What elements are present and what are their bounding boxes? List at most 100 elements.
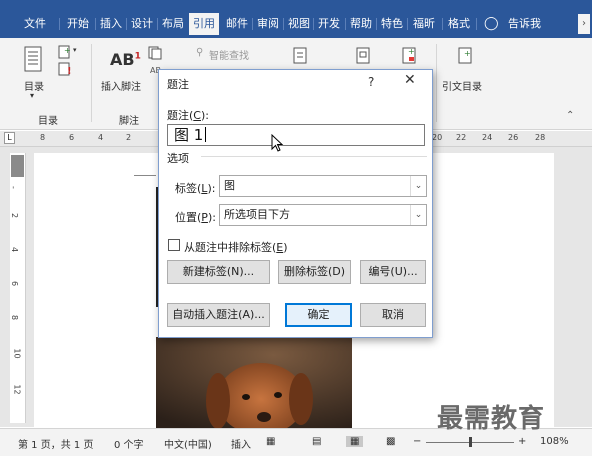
tab-help[interactable]: 帮助: [350, 13, 372, 35]
ruler-number: 28: [535, 133, 546, 142]
group-separator: [436, 44, 437, 122]
zoom-in-icon[interactable]: +: [518, 436, 526, 447]
position-field-label: 位置(P):: [175, 211, 216, 224]
help-button[interactable]: ?: [368, 75, 374, 89]
tab-separator: [59, 18, 60, 30]
chevron-down-icon[interactable]: ▾: [30, 91, 34, 100]
table-of-contents-icon[interactable]: [23, 46, 45, 74]
caption-dialog: 题注 ? ✕ 题注(C): 图 1 选项 标签(L): 图 ⌄ 位置(P): 所选…: [158, 69, 433, 338]
exclude-label-checkbox[interactable]: [168, 239, 180, 251]
dog-photo[interactable]: [156, 337, 352, 428]
tab-view[interactable]: 视图: [288, 13, 310, 35]
ruler-number: 8: [10, 314, 20, 321]
tab-home[interactable]: 开始: [67, 13, 89, 35]
tab-featured[interactable]: 特色: [381, 13, 403, 35]
ruler-number: 6: [10, 280, 20, 287]
tab-separator: [476, 18, 477, 30]
insert-mode[interactable]: 插入: [231, 436, 251, 451]
tell-me-search[interactable]: 告诉我: [508, 13, 541, 35]
ruler-number: 12: [12, 384, 22, 395]
macro-record-icon[interactable]: ▦: [266, 436, 275, 447]
insert-footnote-icon[interactable]: AB1: [110, 50, 141, 69]
mark-entry-icon[interactable]: +: [400, 46, 420, 66]
update-table-icon[interactable]: !: [56, 61, 74, 77]
table-of-authorities-label[interactable]: 引文目录: [442, 78, 482, 93]
vertical-ruler[interactable]: - 2 4 6 8 10 12: [8, 153, 26, 423]
tab-separator: [283, 18, 284, 30]
ruler-number: 26: [508, 133, 519, 142]
mouse-pointer-icon: [271, 134, 284, 152]
vertical-ruler-margin: [11, 155, 24, 177]
text-boundary-mark: [134, 175, 156, 176]
dialog-title: 题注: [167, 78, 189, 91]
tab-separator: [345, 18, 346, 30]
delete-label-button[interactable]: 删除标签(D): [278, 260, 351, 284]
ruler-number: 20: [432, 133, 443, 142]
tab-format[interactable]: 格式: [448, 13, 470, 35]
page-count[interactable]: 第 1 页，共 1 页: [18, 436, 93, 451]
ribbon-tab-bar: 文件 开始 插入 设计 布局 引用 邮件 审阅 视图 开发 帮助 特色 福昕 格…: [0, 0, 592, 38]
mark-citation-icon[interactable]: +: [456, 46, 476, 66]
zoom-level[interactable]: 108%: [540, 436, 569, 447]
tab-file[interactable]: 文件: [24, 13, 46, 35]
tab-separator: [407, 18, 408, 30]
autocaption-button[interactable]: 自动插入题注(A)...: [167, 303, 270, 327]
tab-design[interactable]: 设计: [131, 13, 153, 35]
tab-developer[interactable]: 开发: [318, 13, 340, 35]
position-select[interactable]: 所选项目下方 ⌄: [219, 204, 427, 226]
numbering-button[interactable]: 编号(U)...: [360, 260, 426, 284]
add-text-icon[interactable]: +: [56, 44, 74, 60]
svg-text:+: +: [464, 49, 471, 58]
tab-layout[interactable]: 布局: [162, 13, 184, 35]
chevron-down-icon[interactable]: ▾: [73, 46, 77, 54]
ruler-number: 8: [40, 133, 46, 142]
language-indicator[interactable]: 中文(中国): [164, 436, 212, 451]
tab-mailings[interactable]: 邮件: [226, 13, 248, 35]
close-icon[interactable]: ✕: [404, 72, 416, 88]
options-divider: [201, 156, 427, 157]
ok-button[interactable]: 确定: [285, 303, 352, 327]
chevron-down-icon: ⌄: [410, 205, 426, 225]
new-label-button[interactable]: 新建标签(N)...: [167, 260, 270, 284]
insert-citation-icon[interactable]: [291, 46, 311, 66]
ruler-number: -: [8, 186, 18, 189]
group-separator: [91, 44, 92, 122]
footnote-group-label: 脚注: [119, 116, 139, 127]
tab-separator: [126, 18, 127, 30]
svg-text:!: !: [67, 66, 72, 77]
ruler-number: 6: [69, 133, 75, 142]
ruler-number: 2: [10, 212, 20, 219]
label-select[interactable]: 图 ⌄: [219, 175, 427, 197]
tab-review[interactable]: 审阅: [257, 13, 279, 35]
insert-footnote-label[interactable]: 插入脚注: [101, 78, 141, 93]
collapse-ribbon-icon[interactable]: ⌃: [566, 110, 574, 121]
caption-field-label: 题注(C):: [167, 109, 209, 122]
read-mode-icon[interactable]: ▤: [312, 436, 321, 447]
smart-lookup-label[interactable]: 智能查找: [209, 47, 249, 62]
tab-separator: [95, 18, 96, 30]
zoom-slider-thumb[interactable]: [469, 437, 472, 447]
tab-foxit[interactable]: 福昕: [413, 13, 435, 35]
smart-lookup-icon[interactable]: ⚲: [196, 47, 203, 58]
tab-references[interactable]: 引用: [189, 13, 219, 35]
ruler-number: 10: [12, 348, 22, 359]
caption-input[interactable]: 图 1: [167, 124, 425, 146]
options-section-title: 选项: [167, 152, 189, 165]
web-layout-icon[interactable]: ▩: [386, 436, 395, 447]
chevron-down-icon: ⌄: [410, 176, 426, 196]
tab-insert[interactable]: 插入: [100, 13, 122, 35]
tab-separator: [376, 18, 377, 30]
chevron-right-icon[interactable]: ›: [578, 14, 590, 34]
cancel-button[interactable]: 取消: [360, 303, 426, 327]
word-count[interactable]: 0 个字: [114, 436, 144, 451]
tab-stop-selector[interactable]: L: [4, 132, 15, 144]
ruler-number: 22: [456, 133, 467, 142]
ruler-number: 2: [126, 133, 132, 142]
insert-endnote-icon[interactable]: [148, 46, 162, 60]
lightbulb-icon: ◯: [484, 16, 499, 31]
zoom-out-icon[interactable]: −: [413, 436, 421, 447]
insert-caption-icon[interactable]: [354, 46, 374, 66]
tab-separator: [252, 18, 253, 30]
tab-separator: [442, 18, 443, 30]
print-layout-icon[interactable]: ▦: [346, 436, 364, 447]
